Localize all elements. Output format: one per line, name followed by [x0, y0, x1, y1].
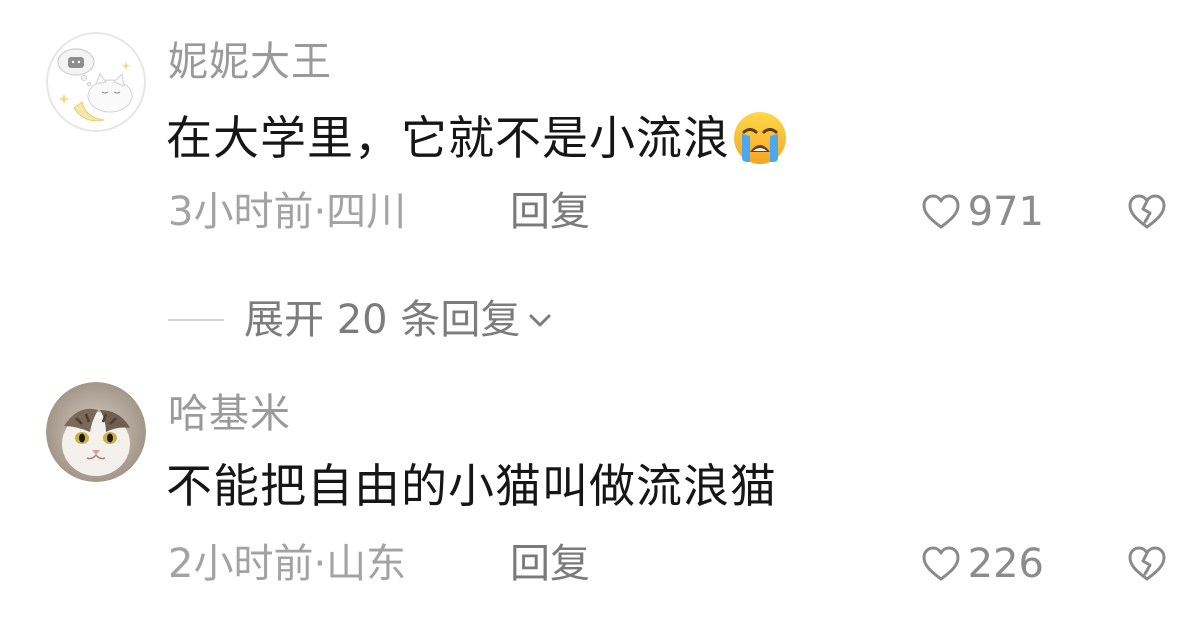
heart-outline-icon: [922, 194, 960, 229]
avatar-image: [46, 32, 146, 132]
heart-outline-icon: [922, 546, 960, 581]
comment-meta: 2小时前·山东 回复 226: [168, 536, 1168, 592]
expand-replies-label: 展开 20 条回复: [244, 297, 521, 343]
avatar-image: [46, 382, 146, 482]
comment-meta: 3小时前·四川 回复 971: [168, 184, 1168, 240]
comment-text: 在大学里，它就不是小流浪: [166, 110, 788, 166]
username[interactable]: 哈基米: [168, 390, 291, 438]
comment-text-body: 在大学里，它就不是小流浪: [166, 111, 730, 165]
like-count: 226: [967, 541, 1044, 587]
like-button[interactable]: 226: [920, 536, 1044, 592]
like-button[interactable]: 971: [920, 184, 1044, 240]
time-location: 2小时前·山东: [168, 541, 407, 587]
time-location: 3小时前·四川: [168, 189, 407, 235]
avatar[interactable]: [46, 32, 146, 132]
avatar[interactable]: [46, 382, 146, 482]
comment-text-body: 不能把自由的小猫叫做流浪猫: [166, 459, 777, 513]
loudly-crying-face-icon: [732, 110, 788, 166]
divider-line: [168, 319, 224, 321]
username[interactable]: 妮妮大王: [168, 38, 332, 86]
comment-text: 不能把自由的小猫叫做流浪猫: [166, 458, 777, 514]
chevron-down-icon: [529, 314, 551, 327]
broken-heart-icon[interactable]: [1126, 191, 1168, 233]
reply-button[interactable]: 回复: [510, 184, 590, 240]
reply-button[interactable]: 回复: [510, 536, 590, 592]
comment-item: 妮妮大王 在大学里，它就不是小流浪 3小时前·四川 回复 971: [0, 22, 1200, 252]
like-count: 971: [967, 189, 1044, 235]
broken-heart-icon[interactable]: [1126, 543, 1168, 585]
expand-replies-button[interactable]: 展开 20 条回复: [168, 292, 554, 348]
comment-item: 哈基米 不能把自由的小猫叫做流浪猫 2小时前·山东 回复 226: [0, 374, 1200, 604]
